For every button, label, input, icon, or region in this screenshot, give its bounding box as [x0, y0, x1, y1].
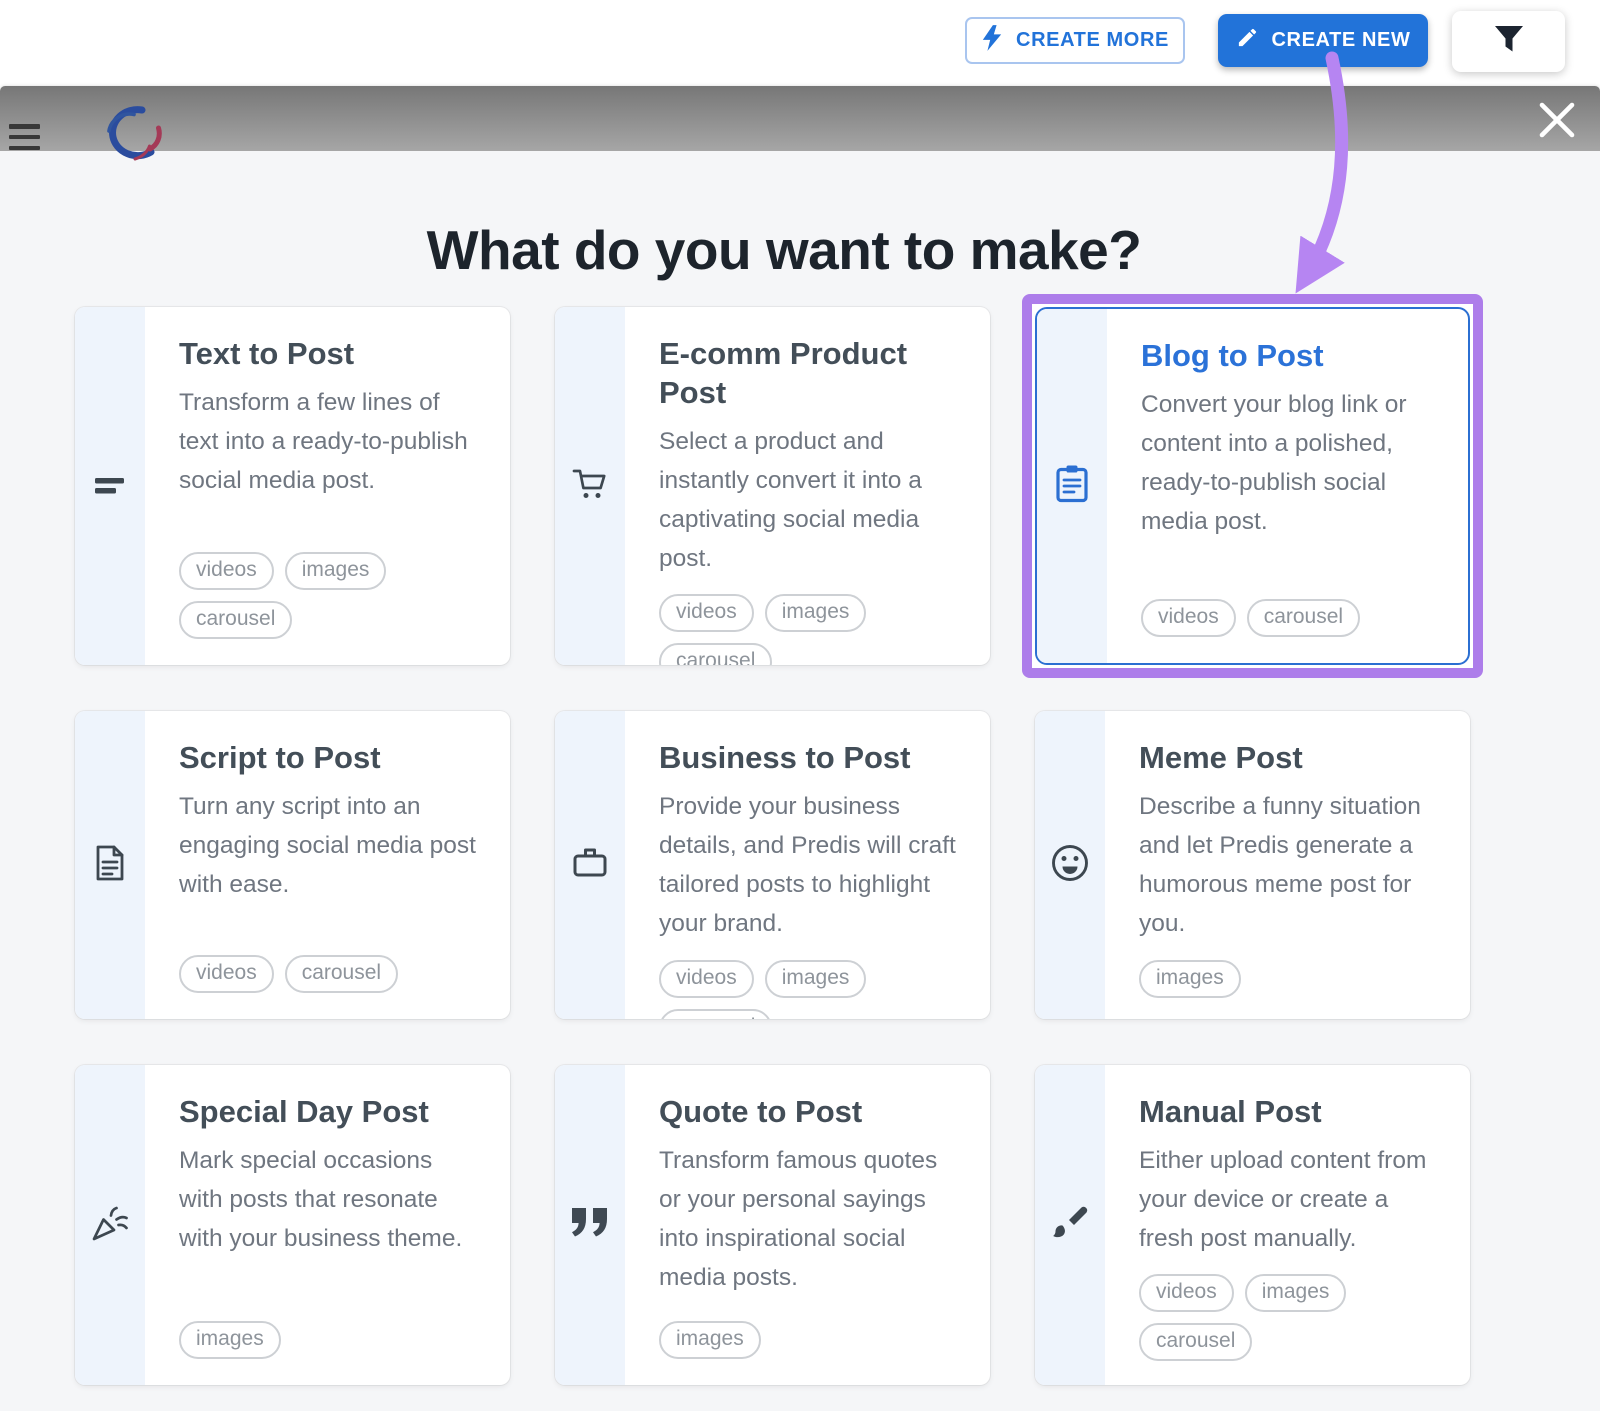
- page-title: What do you want to make?: [426, 218, 1142, 281]
- card-body: Blog to Post Convert your blog link or c…: [1107, 309, 1468, 663]
- create-more-label: CREATE MORE: [1016, 29, 1169, 51]
- card-tags: videos images carousel: [659, 944, 962, 1019]
- tag-carousel: carousel: [284, 955, 399, 993]
- lightning-bolt-icon: [981, 24, 1003, 58]
- tag-images: images: [179, 1321, 281, 1359]
- card-description: Transform a few lines of text into a rea…: [179, 388, 468, 495]
- predis-logo: [82, 97, 162, 174]
- card-meme-post[interactable]: Meme Post Describe a funny situation and…: [1035, 711, 1470, 1019]
- text-lines-icon: [89, 463, 131, 510]
- pencil-icon: [1236, 26, 1259, 55]
- card-description: Either upload content from your device o…: [1139, 1146, 1427, 1253]
- card-body: Quote to Post Transform famous quotes or…: [625, 1065, 990, 1385]
- card-description: Provide your business details, and Predi…: [659, 792, 956, 938]
- card-icon-strip: [1037, 309, 1107, 663]
- card-title: Special Day Post: [179, 1094, 429, 1129]
- card-body: Special Day Post Mark special occasions …: [145, 1065, 510, 1385]
- card-text-to-post[interactable]: Text to Post Transform a few lines of te…: [75, 307, 510, 665]
- tag-videos: videos: [179, 552, 274, 590]
- filter-funnel-icon: [1492, 22, 1526, 61]
- card-title: Blog to Post: [1141, 338, 1324, 373]
- card-business-to-post[interactable]: Business to Post Provide your business d…: [555, 711, 990, 1019]
- create-new-button[interactable]: CREATE NEW: [1218, 14, 1428, 67]
- card-body: Text to Post Transform a few lines of te…: [145, 307, 510, 665]
- close-icon[interactable]: [1537, 100, 1577, 140]
- card-title: E-comm Product Post: [659, 336, 908, 410]
- app-header-bar: [0, 86, 1600, 151]
- paintbrush-icon: [1048, 1201, 1092, 1250]
- create-more-button[interactable]: CREATE MORE: [965, 17, 1185, 64]
- clipboard-icon: [1049, 461, 1095, 512]
- card-icon-strip: [1035, 711, 1105, 1019]
- card-description: Transform famous quotes or your personal…: [659, 1146, 938, 1292]
- card-body: Manual Post Either upload content from y…: [1105, 1065, 1470, 1385]
- card-description: Mark special occasions with posts that r…: [179, 1146, 463, 1253]
- card-tags: images: [659, 1305, 962, 1359]
- card-title: Manual Post: [1139, 1094, 1322, 1129]
- tag-videos: videos: [179, 955, 274, 993]
- tag-images: images: [659, 1321, 761, 1359]
- tag-carousel: carousel: [659, 643, 773, 665]
- filter-button[interactable]: [1452, 11, 1565, 72]
- tag-videos: videos: [659, 594, 754, 633]
- tag-images: images: [284, 552, 387, 590]
- card-description: Turn any script into an engaging social …: [179, 792, 476, 899]
- card-e-comm-product-post[interactable]: E-comm Product Post Select a product and…: [555, 307, 990, 665]
- tag-images: images: [764, 959, 867, 998]
- tag-carousel: carousel: [1246, 599, 1361, 637]
- card-title: Script to Post: [179, 740, 381, 775]
- card-title: Business to Post: [659, 740, 911, 775]
- quotes-icon: [567, 1203, 613, 1248]
- tag-images: images: [764, 594, 867, 633]
- card-icon-strip: [1035, 1065, 1105, 1385]
- card-description: Describe a funny situation and let Predi…: [1139, 792, 1421, 938]
- card-icon-strip: [75, 1065, 145, 1385]
- tag-images: images: [1244, 1274, 1347, 1313]
- card-description: Convert your blog link or content into a…: [1141, 390, 1407, 536]
- party-popper-icon: [87, 1200, 133, 1251]
- tag-images: images: [1139, 959, 1241, 998]
- tag-carousel: carousel: [1139, 1323, 1253, 1362]
- card-icon-strip: [75, 711, 145, 1019]
- document-icon: [88, 841, 132, 890]
- card-body: Script to Post Turn any script into an e…: [145, 711, 510, 1019]
- card-tags: videos carousel: [179, 939, 482, 993]
- cards-grid: Text to Post Transform a few lines of te…: [75, 294, 1483, 1385]
- tag-videos: videos: [659, 959, 754, 998]
- create-new-label: CREATE NEW: [1271, 29, 1411, 51]
- card-title: Meme Post: [1139, 740, 1303, 775]
- tag-carousel: carousel: [659, 1008, 773, 1019]
- card-tags: videos images carousel: [179, 536, 482, 639]
- tag-carousel: carousel: [179, 601, 293, 639]
- card-special-day-post[interactable]: Special Day Post Mark special occasions …: [75, 1065, 510, 1385]
- tag-videos: videos: [1141, 599, 1236, 637]
- card-tags: videos images carousel: [659, 578, 962, 665]
- card-body: Business to Post Provide your business d…: [625, 711, 990, 1019]
- card-icon-strip: [75, 307, 145, 665]
- card-blog-to-post[interactable]: Blog to Post Convert your blog link or c…: [1035, 307, 1470, 665]
- card-description: Select a product and instantly convert i…: [659, 427, 922, 573]
- card-tags: videos images carousel: [1139, 1258, 1442, 1362]
- card-body: Meme Post Describe a funny situation and…: [1105, 711, 1470, 1019]
- card-body: E-comm Product Post Select a product and…: [625, 307, 990, 665]
- card-quote-to-post[interactable]: Quote to Post Transform famous quotes or…: [555, 1065, 990, 1385]
- card-tags: images: [1139, 944, 1442, 998]
- hamburger-menu-icon[interactable]: [9, 124, 40, 150]
- top-toolbar: CREATE MORE CREATE NEW: [0, 0, 1600, 86]
- card-title: Text to Post: [179, 336, 355, 371]
- card-icon-strip: [555, 711, 625, 1019]
- card-icon-strip: [555, 307, 625, 665]
- highlight-box: Blog to Post Convert your blog link or c…: [1022, 294, 1483, 678]
- card-tags: images: [179, 1305, 482, 1359]
- card-script-to-post[interactable]: Script to Post Turn any script into an e…: [75, 711, 510, 1019]
- card-title: Quote to Post: [659, 1094, 863, 1129]
- smiley-icon: [1047, 840, 1093, 891]
- card-tags: videos carousel: [1141, 583, 1440, 637]
- card-manual-post[interactable]: Manual Post Either upload content from y…: [1035, 1065, 1470, 1385]
- card-icon-strip: [555, 1065, 625, 1385]
- tag-videos: videos: [1139, 1274, 1234, 1313]
- briefcase-icon: [568, 841, 612, 890]
- shopping-cart-icon: [567, 461, 613, 512]
